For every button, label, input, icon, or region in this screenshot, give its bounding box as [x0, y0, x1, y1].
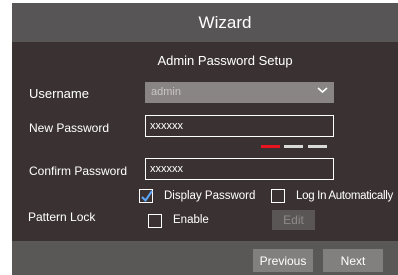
title-bar: Wizard: [12, 3, 398, 42]
pattern-lock-label: Pattern Lock: [28, 210, 96, 224]
next-button[interactable]: Next: [323, 249, 383, 272]
section-title: Admin Password Setup: [157, 53, 293, 68]
strength-bar-1: [261, 145, 280, 148]
edit-pattern-button[interactable]: Edit: [272, 210, 315, 230]
previous-button[interactable]: Previous: [253, 249, 313, 272]
wizard-dialog: Wizard Admin Password Setup Username adm…: [12, 3, 398, 275]
log-in-automatically-label: Log In Automatically: [296, 190, 393, 202]
previous-button-label: Previous: [259, 253, 307, 268]
username-value: admin: [151, 86, 181, 98]
dialog-title: Wizard: [198, 12, 252, 32]
display-password-checkbox[interactable]: [139, 189, 153, 203]
strength-bar-3: [308, 145, 327, 148]
checkmark-icon: [141, 190, 153, 203]
next-button-label: Next: [340, 253, 366, 268]
username-label: Username: [29, 86, 89, 101]
edit-pattern-button-label: Edit: [283, 213, 304, 227]
username-select[interactable]: admin: [145, 82, 334, 103]
display-password-label: Display Password: [164, 190, 256, 202]
strength-bar-2: [284, 145, 303, 148]
chevron-down-icon: [317, 87, 328, 94]
new-password-field[interactable]: [145, 115, 334, 137]
pattern-lock-enable-checkbox[interactable]: [148, 214, 162, 228]
log-in-automatically-checkbox[interactable]: [271, 189, 285, 203]
footer-bar: Previous Next: [12, 241, 398, 275]
confirm-password-label: Confirm Password: [29, 164, 128, 178]
pattern-lock-enable-label: Enable: [173, 214, 209, 226]
confirm-password-field[interactable]: [145, 158, 334, 180]
new-password-label: New Password: [29, 121, 110, 135]
